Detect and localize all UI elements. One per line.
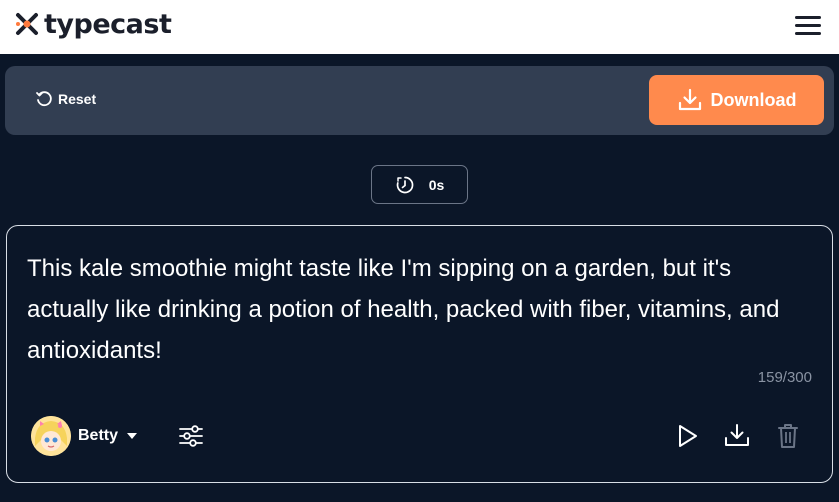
editor-toolbar: Reset Download	[5, 66, 834, 135]
logo-text: typecast	[44, 8, 172, 40]
typecast-logo-icon	[14, 11, 40, 37]
trash-icon	[778, 424, 798, 448]
play-icon	[679, 425, 697, 447]
hamburger-menu-icon[interactable]	[795, 16, 821, 36]
reset-label: Reset	[58, 91, 97, 107]
duration-indicator: 0s	[371, 165, 468, 204]
chevron-down-icon	[127, 433, 138, 439]
timer-icon	[396, 176, 414, 193]
download-audio-button[interactable]	[724, 423, 750, 454]
typecast-logo[interactable]: typecast	[14, 8, 172, 40]
voice-selector[interactable]: Betty	[31, 416, 138, 456]
download-icon	[725, 424, 749, 446]
duration-value: 0s	[428, 176, 445, 193]
script-editor-card: This kale smoothie might taste like I'm …	[6, 225, 833, 483]
download-button[interactable]: Download	[649, 75, 824, 125]
download-icon	[678, 88, 701, 111]
delete-button[interactable]	[777, 423, 799, 454]
download-label: Download	[710, 89, 797, 110]
reset-button[interactable]: Reset	[35, 90, 96, 108]
sliders-icon	[179, 425, 203, 447]
play-button[interactable]	[674, 423, 700, 454]
character-count: 159/300	[757, 369, 812, 386]
reset-icon	[36, 91, 52, 107]
voice-avatar	[31, 416, 71, 456]
script-text[interactable]: This kale smoothie might taste like I'm …	[27, 248, 817, 371]
voice-name: Betty	[78, 427, 119, 444]
top-header: typecast	[0, 0, 839, 54]
voice-settings-button[interactable]	[178, 423, 204, 454]
